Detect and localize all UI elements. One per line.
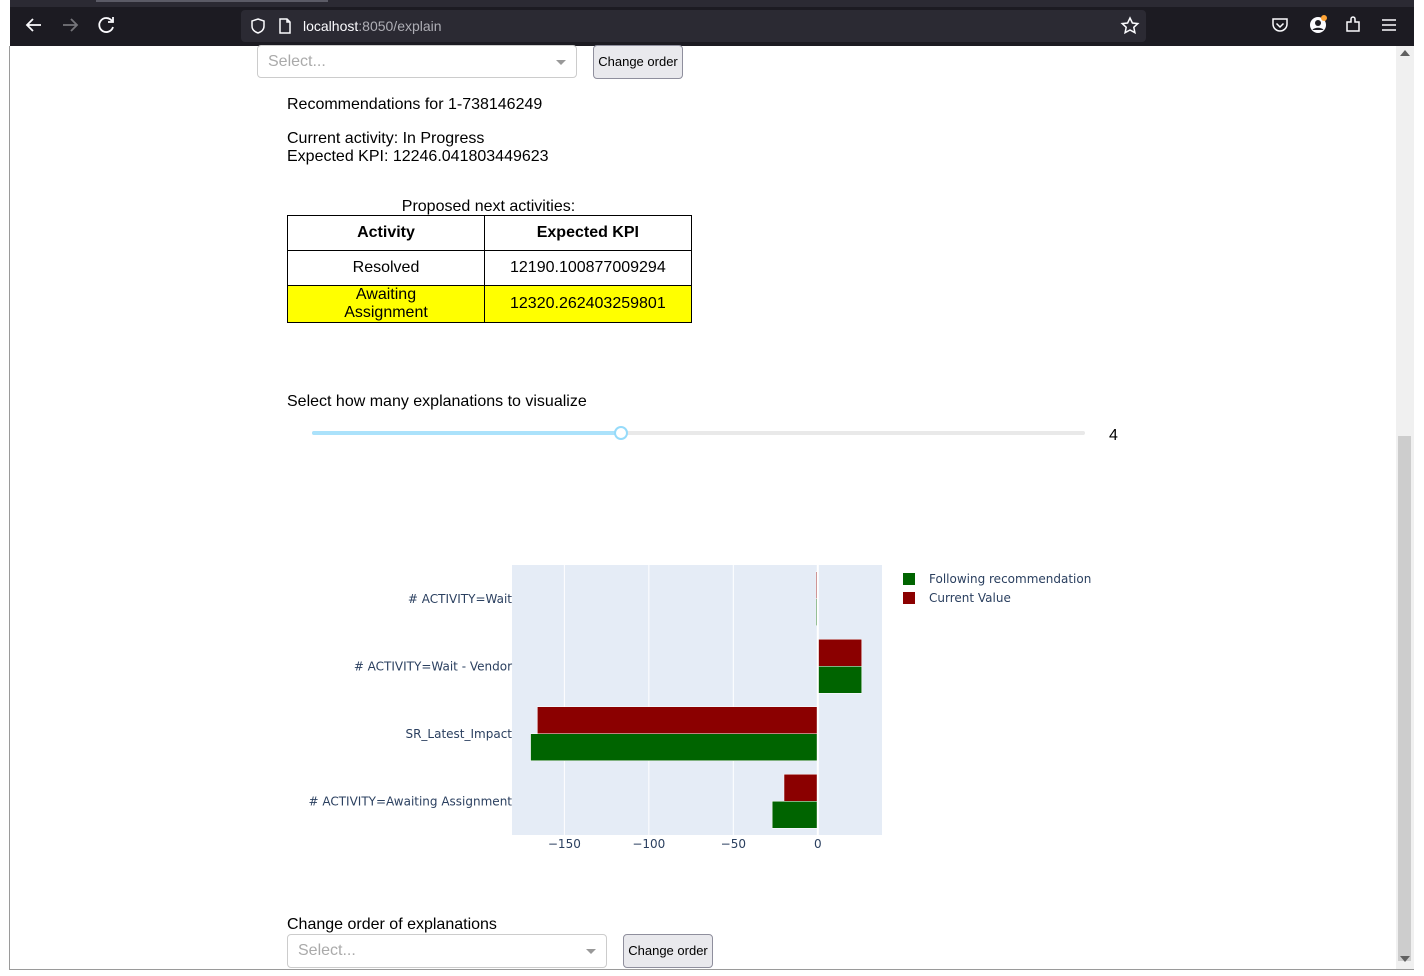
- slider-label: Select how many explanations to visualiz…: [287, 393, 587, 410]
- active-tab-indicator: [96, 0, 328, 2]
- scroll-up-arrow-icon[interactable]: [1400, 50, 1410, 56]
- legend-label: Current Value: [929, 591, 1011, 605]
- bar: [530, 733, 819, 761]
- column-header-activity: Activity: [287, 215, 485, 251]
- table-row: Resolved 12190.100877009294: [287, 250, 692, 286]
- reload-icon[interactable]: [94, 13, 118, 37]
- bar: [537, 706, 819, 734]
- y-tick-label: # ACTIVITY=Wait - Vendor: [354, 659, 512, 673]
- x-tick-label: 0: [814, 837, 822, 851]
- shield-icon[interactable]: [249, 17, 267, 40]
- extensions-icon[interactable]: [1344, 16, 1362, 39]
- x-tick-label: −150: [548, 837, 581, 851]
- account-icon[interactable]: [1308, 15, 1328, 40]
- bar: [815, 571, 819, 599]
- bar: [783, 774, 819, 802]
- table-header-row: Activity Expected KPI: [287, 215, 692, 251]
- url-host: localhost: [303, 18, 359, 34]
- activity-cell: Resolved: [287, 250, 485, 286]
- bar: [815, 598, 819, 626]
- y-tick-label: # ACTIVITY=Awaiting Assignment: [308, 794, 512, 808]
- select-placeholder: Select...: [298, 942, 356, 959]
- x-tick-label: −100: [632, 837, 665, 851]
- change-order-label: Change order of explanations: [287, 916, 497, 933]
- slider-value: 4: [1109, 427, 1118, 444]
- kpi-cell: 12190.100877009294: [484, 250, 692, 286]
- window-border: [9, 46, 10, 970]
- slider-handle[interactable]: [614, 426, 629, 440]
- forward-icon[interactable]: [58, 13, 82, 37]
- url-path: :8050/explain: [358, 18, 442, 34]
- legend-swatch: [903, 573, 915, 585]
- y-tick-label: # ACTIVITY=Wait: [408, 592, 512, 606]
- explanations-chart: −150 −100 −50 0 # ACTIVITY=Wait # ACTIVITY=Wa…: [308, 565, 1091, 851]
- activity-cell: Awaiting Assignment: [287, 285, 485, 323]
- chevron-down-icon[interactable]: [586, 949, 596, 954]
- table-row-highlighted: Awaiting Assignment 12320.262403259801: [287, 285, 692, 323]
- menu-icon[interactable]: [1380, 16, 1398, 39]
- scroll-down-arrow-icon[interactable]: [1400, 956, 1410, 962]
- explanations-slider[interactable]: [312, 426, 1085, 440]
- legend-swatch: [903, 592, 915, 604]
- page-icon: [277, 17, 293, 40]
- back-icon[interactable]: [22, 13, 46, 37]
- url-text: localhost:8050/explain: [303, 18, 442, 34]
- scroll-thumb[interactable]: [1398, 436, 1411, 961]
- page-scrollbar[interactable]: [1396, 46, 1414, 969]
- bookmark-star-icon[interactable]: [1120, 16, 1140, 41]
- plot-area: [512, 565, 882, 835]
- address-bar[interactable]: localhost:8050/explain: [241, 10, 1146, 42]
- order-select-bottom[interactable]: Select...: [287, 934, 607, 968]
- pocket-icon[interactable]: [1271, 16, 1289, 39]
- expected-kpi: Expected KPI: 12246.041803449623: [287, 148, 549, 165]
- chevron-down-icon[interactable]: [556, 60, 566, 65]
- change-order-button-bottom[interactable]: Change order: [623, 934, 713, 968]
- legend-label: Following recommendation: [929, 572, 1091, 586]
- proposed-activities-table: Activity Expected KPI Resolved 12190.100…: [287, 215, 692, 323]
- bar: [817, 639, 862, 667]
- tab-strip: [10, 0, 1414, 7]
- bar: [817, 666, 862, 694]
- window-border-bottom: [9, 969, 1414, 970]
- kpi-cell: 12320.262403259801: [484, 285, 692, 323]
- change-order-button-top[interactable]: Change order: [593, 45, 683, 79]
- bar: [771, 801, 819, 829]
- select-placeholder: Select...: [268, 53, 326, 70]
- current-activity: Current activity: In Progress: [287, 130, 485, 147]
- column-header-kpi: Expected KPI: [484, 215, 692, 251]
- table-caption: Proposed next activities:: [401, 198, 576, 215]
- slider-track: [312, 431, 622, 435]
- x-tick-label: −50: [721, 837, 746, 851]
- order-select-top[interactable]: Select...: [257, 45, 577, 78]
- y-tick-label: SR_Latest_Impact: [405, 727, 512, 741]
- recommendations-title: Recommendations for 1-738146249: [287, 96, 543, 113]
